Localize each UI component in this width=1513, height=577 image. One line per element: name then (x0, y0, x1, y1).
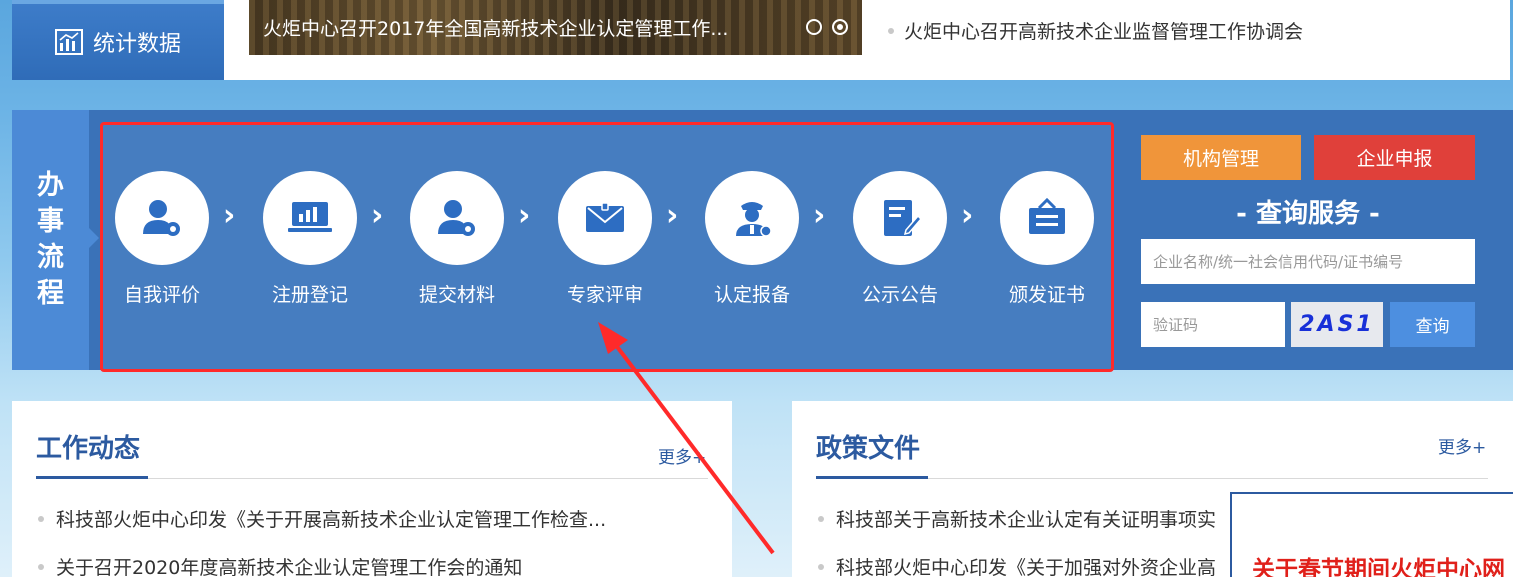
chevron-right-icon: › (813, 198, 826, 233)
user-gear-icon (143, 200, 180, 236)
step-circle[interactable] (1000, 171, 1094, 265)
process-label-char: 程 (37, 278, 64, 309)
step-circle[interactable] (263, 171, 357, 265)
title-underline (816, 476, 928, 479)
step-label[interactable]: 专家评审 (567, 280, 643, 307)
step-circle[interactable] (705, 171, 799, 265)
enterprise-apply-button[interactable]: 企业申报 (1314, 135, 1475, 180)
user-gear-icon (438, 200, 475, 236)
step-label[interactable]: 公示公告 (862, 280, 938, 307)
panel-title: 工作动态 (36, 434, 141, 464)
list-item[interactable]: 科技部火炬中心印发《关于开展高新技术企业认定管理工作检查... (38, 505, 606, 532)
bullet-icon (818, 515, 824, 522)
step-label[interactable]: 提交材料 (419, 280, 495, 307)
laptop-chart-icon (288, 202, 332, 232)
list-item-text[interactable]: 科技部关于高新技术企业认定有关证明事项实 (836, 505, 1216, 532)
top-news-item[interactable]: 火炬中心召开高新技术企业监督管理工作协调会 (888, 17, 1303, 44)
title-underline (36, 476, 148, 479)
step-circle[interactable] (853, 171, 947, 265)
org-management-button[interactable]: 机构管理 (1141, 135, 1301, 180)
banner-dot[interactable] (806, 19, 822, 35)
list-item-text[interactable]: 关于召开2020年度高新技术企业认定管理工作会的通知 (56, 553, 522, 577)
list-item[interactable]: 科技部关于高新技术企业认定有关证明事项实 (818, 505, 1216, 532)
step-label[interactable]: 注册登记 (272, 280, 348, 307)
query-service-title: - 查询服务 - (1236, 199, 1380, 229)
notice-popup[interactable]: 关于春节期间火炬中心网 (1230, 492, 1513, 577)
process-label: 办 事 流 程 (12, 110, 99, 370)
news-banner[interactable]: 火炬中心召开2017年全国高新技术企业认定管理工作... (249, 0, 862, 55)
banner-dots (806, 19, 848, 35)
bullet-icon (38, 515, 44, 522)
banner-dot-active[interactable] (832, 19, 848, 35)
query-button[interactable]: 查询 (1390, 302, 1475, 347)
bar-chart-icon (54, 29, 83, 55)
chevron-right-icon: › (518, 198, 531, 233)
step-public-notice[interactable]: 公示公告 (845, 171, 955, 307)
process-label-char: 流 (37, 242, 64, 273)
process-steps-highlight: 自我评价 › 注册登记 › 提交材料 › 专家评审 › 认定报备 › 公示公告 … (100, 122, 1114, 372)
step-label[interactable]: 认定报备 (714, 280, 790, 307)
stats-label: 统计数据 (92, 32, 181, 57)
top-strip: 统计数据 火炬中心召开2017年全国高新技术企业认定管理工作... 火炬中心召开… (12, 0, 1510, 80)
list-item-text[interactable]: 科技部火炬中心印发《关于加强对外资企业高 (836, 553, 1216, 577)
more-link[interactable]: 更多+ (1438, 433, 1486, 458)
more-link[interactable]: 更多+ (658, 443, 706, 468)
step-issue-certificate[interactable]: 颁发证书 (992, 171, 1102, 307)
step-circle[interactable] (115, 171, 209, 265)
step-circle[interactable] (410, 171, 504, 265)
top-news-text[interactable]: 火炬中心召开高新技术企业监督管理工作协调会 (904, 17, 1303, 44)
process-label-char: 办 (37, 170, 64, 201)
work-news-panel: 工作动态 更多+ 科技部火炬中心印发《关于开展高新技术企业认定管理工作检查...… (12, 401, 732, 577)
step-expert-review[interactable]: 专家评审 (550, 171, 660, 307)
officer-icon (736, 202, 772, 237)
banner-caption[interactable]: 火炬中心召开2017年全国高新技术企业认定管理工作... (263, 14, 763, 41)
process-label-char: 事 (37, 206, 64, 237)
chevron-right-icon: › (961, 198, 974, 233)
briefcase-icon (586, 202, 624, 232)
list-item-text[interactable]: 科技部火炬中心印发《关于开展高新技术企业认定管理工作检查... (56, 505, 606, 532)
step-self-evaluation[interactable]: 自我评价 (107, 171, 217, 307)
certificate-icon (1029, 197, 1065, 234)
document-edit-icon (884, 200, 923, 236)
list-item[interactable]: 科技部火炬中心印发《关于加强对外资企业高 (818, 553, 1216, 577)
popup-text[interactable]: 关于春节期间火炬中心网 (1252, 550, 1505, 577)
step-submit-materials[interactable]: 提交材料 (402, 171, 512, 307)
bullet-icon (888, 27, 894, 34)
step-label[interactable]: 自我评价 (124, 280, 200, 307)
chevron-right-icon: › (371, 198, 384, 233)
enterprise-search-input[interactable] (1141, 239, 1475, 284)
step-filing[interactable]: 认定报备 (697, 171, 807, 307)
bullet-icon (818, 563, 824, 570)
step-label[interactable]: 颁发证书 (1009, 280, 1085, 307)
chevron-right-icon: › (666, 198, 679, 233)
chevron-right-icon: › (223, 198, 236, 233)
stats-button[interactable]: 统计数据 (12, 0, 224, 80)
step-circle[interactable] (558, 171, 652, 265)
bullet-icon (38, 563, 44, 570)
captcha-image[interactable]: 2AS1 (1291, 302, 1383, 347)
captcha-input[interactable] (1141, 302, 1285, 347)
panel-title: 政策文件 (816, 434, 921, 464)
list-item[interactable]: 关于召开2020年度高新技术企业认定管理工作会的通知 (38, 553, 522, 577)
step-registration[interactable]: 注册登记 (255, 171, 365, 307)
